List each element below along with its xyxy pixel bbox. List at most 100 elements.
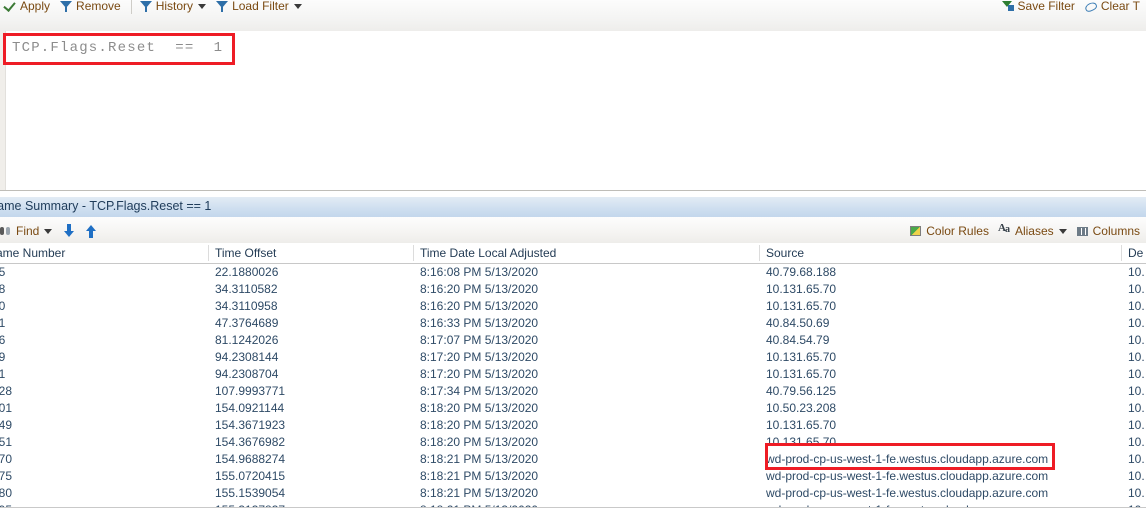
table-row[interactable]: 56 81.1242026 8:17:07 PM 5/13/2020 40.84.54… [0, 332, 1146, 349]
clear-text-button[interactable]: Clear T [1081, 0, 1146, 17]
chevron-down-icon[interactable] [198, 3, 207, 9]
columns-button[interactable]: Columns [1073, 220, 1146, 242]
cell-source: 10.50.23.208 [766, 401, 837, 415]
load-filter-label: Load Filter [232, 0, 289, 13]
cell-time-date: 8:18:20 PM 5/13/2020 [420, 435, 539, 449]
cell-frame-number: 08 [0, 282, 6, 296]
table-row[interactable]: 580 155.1539054 8:18:21 PM 5/13/2020 wd-pro… [0, 485, 1146, 502]
find-previous-icon[interactable] [84, 223, 98, 239]
cell-time-offset: 154.9688274 [215, 452, 286, 466]
column-divider[interactable] [208, 245, 209, 261]
cell-time-offset: 81.1242026 [215, 333, 279, 347]
remove-filter-button[interactable]: Remove [56, 0, 127, 17]
cell-time-offset: 34.3110958 [215, 299, 278, 313]
column-header-frame-number[interactable]: rame Number [0, 246, 65, 260]
history-button[interactable]: History [136, 0, 212, 17]
cell-time-date: 8:18:21 PM 5/13/2020 [420, 486, 539, 500]
cell-time-date: 8:17:20 PM 5/13/2020 [420, 350, 539, 364]
cell-source: wd-prod-cp-us-west-1-fe.westus.cloudapp.… [766, 486, 1049, 500]
find-label: Find [16, 224, 40, 238]
cell-source: 40.79.56.125 [766, 384, 837, 398]
table-row[interactable]: 51 94.2308704 8:17:20 PM 5/13/2020 10.131.6… [0, 366, 1146, 383]
cell-frame-number: 49 [0, 350, 6, 364]
cell-source: wd-prod-cp-us-west-1-fe.westus.cloudapp.… [766, 452, 1049, 466]
aliases-button[interactable]: Aliases [995, 220, 1073, 242]
table-row[interactable]: 45 22.1880026 8:16:08 PM 5/13/2020 40.79.68… [0, 264, 1146, 281]
clear-text-label: Clear T [1100, 0, 1140, 13]
save-icon [1001, 0, 1015, 13]
frame-summary-panel-header: rame Summary - TCP.Flags.Reset == 1 [0, 196, 1146, 218]
color-palette-icon [909, 224, 923, 238]
cell-time-offset: 154.3676982 [215, 435, 286, 449]
history-funnel-icon [139, 0, 153, 13]
aliases-chevron-down-icon[interactable] [1058, 228, 1067, 234]
column-divider[interactable] [759, 245, 760, 261]
color-rules-button[interactable]: Color Rules [906, 220, 995, 242]
apply-filter-button[interactable]: Apply [0, 0, 56, 17]
cell-time-date: 8:18:21 PM 5/13/2020 [420, 452, 539, 466]
cell-frame-number: 028 [0, 384, 13, 398]
find-toolbar-right-group: Color Rules Aliases Columns [906, 220, 1146, 242]
load-filter-button[interactable]: Load Filter [212, 0, 308, 17]
find-next-icon[interactable] [62, 223, 76, 239]
cell-source: 10.131.65.70 [766, 418, 837, 432]
find-chevron-down-icon[interactable] [44, 228, 53, 234]
column-divider[interactable] [413, 245, 414, 261]
load-funnel-icon [215, 0, 229, 13]
cell-frame-number: 56 [0, 333, 6, 347]
column-header-time-offset[interactable]: Time Offset [215, 246, 276, 260]
filter-expression-editor[interactable]: TCP.Flags.Reset == 1 [0, 31, 1146, 191]
table-row[interactable]: 028 107.9993771 8:17:34 PM 5/13/2020 40.79.… [0, 383, 1146, 400]
apply-filter-label: Apply [20, 0, 51, 13]
cell-time-date: 8:18:20 PM 5/13/2020 [420, 401, 539, 415]
cell-time-date: 8:17:07 PM 5/13/2020 [420, 333, 539, 347]
table-row[interactable]: 08 34.3110582 8:16:20 PM 5/13/2020 10.131.6… [0, 281, 1146, 298]
cell-time-date: 8:17:34 PM 5/13/2020 [420, 384, 539, 398]
cell-time-offset: 154.0921144 [215, 401, 285, 415]
table-row[interactable]: 10 34.3110958 8:16:20 PM 5/13/2020 10.131.6… [0, 298, 1146, 315]
table-row[interactable]: 570 154.9688274 8:18:21 PM 5/13/2020 wd-pro… [0, 451, 1146, 468]
column-divider[interactable] [1121, 245, 1122, 261]
table-row[interactable]: 49 94.2308144 8:17:20 PM 5/13/2020 10.131.6… [0, 349, 1146, 366]
cell-destination: 10. [1128, 435, 1145, 449]
load-filter-chevron-down-icon[interactable] [293, 3, 302, 9]
column-header-source[interactable]: Source [766, 246, 804, 260]
filter-toolbar-left-group: Apply Remove History Load Filter [0, 0, 308, 21]
history-label: History [155, 0, 194, 13]
table-row[interactable]: 401 154.0921144 8:18:20 PM 5/13/2020 10.50.… [0, 400, 1146, 417]
table-row[interactable]: 21 47.3764689 8:16:33 PM 5/13/2020 40.84.50… [0, 315, 1146, 332]
table-row[interactable]: 451 154.3676982 8:18:20 PM 5/13/2020 10.131… [0, 434, 1146, 451]
cell-frame-number: 51 [0, 367, 6, 381]
table-row[interactable]: 575 155.0720415 8:18:21 PM 5/13/2020 wd-pro… [0, 468, 1146, 485]
filter-expression-text[interactable]: TCP.Flags.Reset == 1 [12, 40, 223, 56]
find-button[interactable]: Find [0, 220, 58, 242]
cell-destination: 10. [1128, 469, 1145, 483]
cell-time-offset: 34.3110582 [215, 282, 278, 296]
toolbar-divider [130, 0, 132, 14]
cell-frame-number: 10 [0, 299, 6, 313]
columns-label: Columns [1092, 224, 1140, 238]
cell-destination: 10. [1128, 384, 1145, 398]
cell-time-offset: 22.1880026 [215, 265, 279, 279]
cell-frame-number: 575 [0, 469, 13, 483]
cell-time-date: 8:16:08 PM 5/13/2020 [420, 265, 539, 279]
cell-time-date: 8:16:20 PM 5/13/2020 [420, 299, 539, 313]
table-row[interactable]: 449 154.3671923 8:18:20 PM 5/13/2020 10.131… [0, 417, 1146, 434]
cell-source: 10.131.65.70 [766, 367, 837, 381]
cell-destination: 10. [1128, 316, 1145, 330]
cell-source: 10.131.65.70 [766, 435, 837, 449]
remove-filter-label: Remove [76, 0, 121, 13]
check-icon [3, 0, 17, 13]
cell-time-offset: 155.0720415 [215, 469, 286, 483]
grid-body: 45 22.1880026 8:16:08 PM 5/13/2020 40.79.68… [0, 264, 1146, 508]
cell-source: 40.84.50.69 [766, 316, 830, 330]
column-header-destination[interactable]: De [1128, 246, 1143, 260]
cell-destination: 10. [1128, 401, 1145, 415]
cell-time-offset: 94.2308704 [215, 367, 279, 381]
cell-frame-number: 580 [0, 486, 13, 500]
column-header-time-date-local[interactable]: Time Date Local Adjusted [420, 246, 556, 260]
cell-destination: 10. [1128, 418, 1145, 432]
cell-frame-number: 449 [0, 418, 13, 432]
cell-destination: 10. [1128, 299, 1145, 313]
save-filter-button[interactable]: Save Filter [998, 0, 1081, 17]
